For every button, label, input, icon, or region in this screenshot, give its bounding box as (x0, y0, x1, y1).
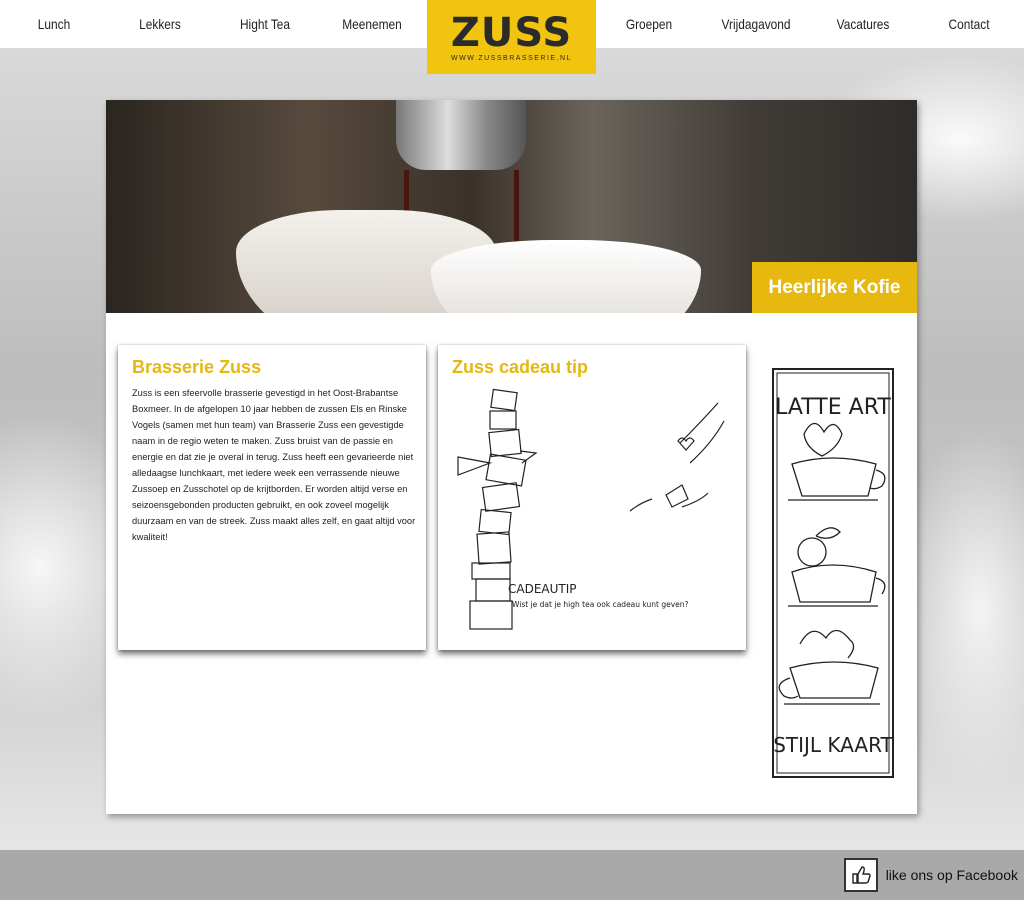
hero-caption: Heerlijke Kofie (752, 262, 917, 313)
facebook-like-text: like ons op Facebook (885, 867, 1018, 883)
about-text: Zuss is een sfeervolle brasserie gevesti… (132, 388, 416, 542)
gift-card[interactable]: Zuss cadeau tip CADEAUTIP Wist je dat je… (438, 345, 746, 650)
about-title: Brasserie Zuss (132, 357, 262, 377)
gift-stack-illustration: CADEAUTIP Wist je dat je high tea ook ca… (457, 388, 725, 630)
menu-card-bottom-text: STIJL KAART (773, 733, 893, 757)
logo-url: WWW.ZUSSBRASSERIE.NL (450, 54, 572, 62)
cadeautip-text: Wist je dat je high tea ook cadeau kunt … (512, 600, 689, 609)
coffee-cup-image (431, 240, 701, 313)
facebook-like-button[interactable]: like ons op Facebook (843, 855, 1018, 895)
about-card: Brasserie Zuss Zuss is een sfeervolle br… (118, 345, 426, 650)
nav-lekkers[interactable]: Lekkers (126, 0, 194, 48)
cadeautip-heading: CADEAUTIP (508, 582, 577, 596)
nav-groepen[interactable]: Groepen (615, 0, 683, 48)
espresso-machine-image (396, 100, 526, 170)
nav-meenemen[interactable]: Meenemen (338, 0, 406, 48)
nav-vacatures[interactable]: Vacatures (829, 0, 897, 48)
nav-vrijdagavond[interactable]: Vrijdagavond (718, 0, 795, 48)
logo-text: ZUSS (450, 9, 573, 56)
nav-contact[interactable]: Contact (935, 0, 1003, 48)
gift-title: Zuss cadeau tip (452, 357, 589, 377)
nav-hight-tea[interactable]: Hight Tea (231, 0, 299, 48)
logo[interactable]: ZUSS WWW.ZUSSBRASSERIE.NL (427, 0, 596, 74)
menu-card-top-text: LATTE ART (775, 395, 891, 420)
main-panel: Heerlijke Kofie Brasserie Zuss Zuss is e… (106, 100, 917, 814)
stijlkaart-menu-sketch[interactable]: LATTE ART STIJL KAART (770, 366, 896, 780)
thumbs-up-icon (843, 858, 878, 892)
nav-lunch[interactable]: Lunch (20, 0, 88, 48)
hero-image: Heerlijke Kofie (106, 100, 917, 313)
